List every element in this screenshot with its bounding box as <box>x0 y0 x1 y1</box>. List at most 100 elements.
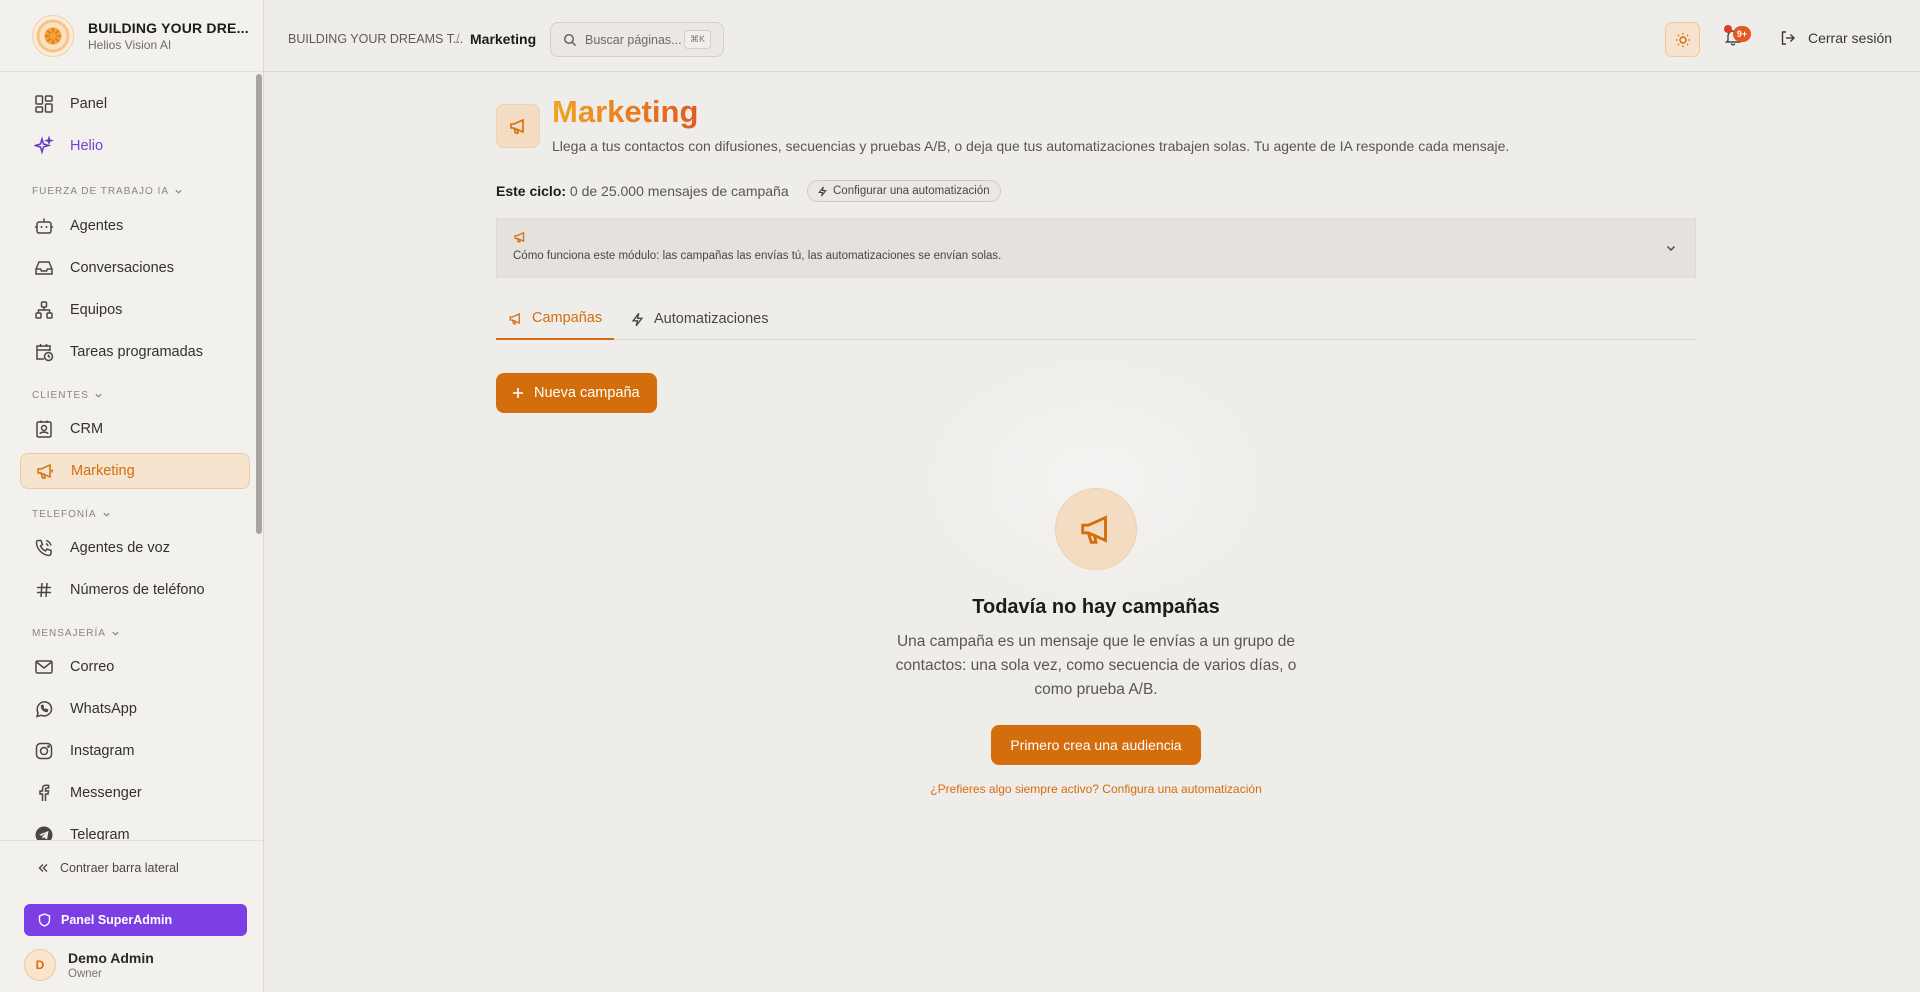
sidebar-item-instagram[interactable]: Instagram <box>20 733 250 769</box>
search-placeholder: Buscar páginas... <box>585 32 682 47</box>
sidebar-item-helio[interactable]: Helio <box>20 128 250 164</box>
megaphone-icon <box>496 104 540 148</box>
bolt-icon <box>818 186 827 196</box>
section-label: TELEFONÍA <box>32 509 97 520</box>
sidebar-item-correo[interactable]: Correo <box>20 649 250 685</box>
sidebar-item-numeros[interactable]: Números de teléfono <box>20 572 250 608</box>
breadcrumb-parent[interactable]: BUILDING YOUR DREAMS T... <box>288 32 463 46</box>
brand[interactable]: BUILDING YOUR DRE... Helios Vision AI <box>0 0 263 72</box>
empty-state-description: Una campaña es un mensaje que le envías … <box>895 633 1297 698</box>
tab-automations[interactable]: Automatizaciones <box>618 298 780 340</box>
chevron-down-icon <box>112 631 119 636</box>
sidebar-item-telegram[interactable]: Telegram <box>20 817 250 840</box>
chevron-down-icon <box>95 393 102 398</box>
sidebar-item-label: Correo <box>70 659 115 675</box>
configure-automation-button[interactable]: Configurar una automatización <box>807 180 1001 202</box>
brand-logo-icon <box>32 14 74 57</box>
inbox-icon <box>35 261 53 275</box>
chevron-down-icon <box>175 189 182 194</box>
section-telefonia[interactable]: TELEFONÍA <box>32 509 111 520</box>
sidebar-item-label: WhatsApp <box>70 701 137 717</box>
logout-button[interactable]: Cerrar sesión <box>1780 30 1892 46</box>
sidebar-item-equipos[interactable]: Equipos <box>20 292 250 328</box>
chevron-down-icon[interactable] <box>1665 242 1677 254</box>
mail-icon <box>35 660 53 674</box>
top-header: BUILDING YOUR DREAMS T... / Marketing Bu… <box>264 0 1920 72</box>
breadcrumb-current: Marketing <box>470 31 537 47</box>
sidebar-item-messenger[interactable]: Messenger <box>20 775 250 811</box>
configure-automation-label: Configurar una automatización <box>833 185 990 197</box>
user-profile[interactable]: D Demo Admin Owner <box>24 949 154 981</box>
info-panel[interactable]: Cómo funciona este módulo: las campañas … <box>496 218 1696 278</box>
sidebar-item-whatsapp[interactable]: WhatsApp <box>20 691 250 727</box>
chevron-down-icon <box>102 512 110 517</box>
chevrons-left-icon <box>38 864 48 872</box>
configure-automation-link[interactable]: ¿Prefieres algo siempre activo? Configur… <box>796 782 1396 796</box>
sidebar-item-voz[interactable]: Agentes de voz <box>20 530 250 566</box>
megaphone-icon <box>514 231 525 243</box>
megaphone-icon <box>37 463 53 479</box>
section-mensajeria[interactable]: MENSAJERÍA <box>32 628 120 639</box>
theme-toggle-button[interactable] <box>1665 22 1700 57</box>
sidebar-item-label: Marketing <box>71 463 135 479</box>
sidebar-item-label: Telegram <box>70 827 130 840</box>
hash-icon <box>37 582 51 598</box>
page-subtitle: Llega a tus contactos con difusiones, se… <box>552 138 1510 154</box>
section-fuerza-ia[interactable]: FUERZA DE TRABAJO IA <box>32 186 183 197</box>
megaphone-icon <box>1055 488 1137 570</box>
tab-campaigns[interactable]: Campañas <box>496 298 615 340</box>
section-clientes[interactable]: CLIENTES <box>32 390 103 401</box>
user-role: Owner <box>68 968 102 980</box>
cycle-label: Este ciclo: <box>496 183 567 199</box>
section-label: FUERZA DE TRABAJO IA <box>32 186 170 197</box>
new-campaign-label: Nueva campaña <box>534 385 640 401</box>
dashboard-icon <box>35 95 53 113</box>
search-icon <box>563 33 576 46</box>
sidebar-item-agentes[interactable]: Agentes <box>20 208 250 244</box>
section-label: CLIENTES <box>32 390 89 401</box>
info-text: Cómo funciona este módulo: las campañas … <box>513 250 1002 262</box>
sidebar: BUILDING YOUR DRE... Helios Vision AI Pa… <box>0 0 264 992</box>
logout-label: Cerrar sesión <box>1808 30 1893 46</box>
shield-icon <box>38 913 51 927</box>
new-campaign-button[interactable]: Nueva campaña <box>496 373 657 413</box>
create-audience-button[interactable]: Primero crea una audiencia <box>991 725 1201 765</box>
sidebar-item-label: Tareas programadas <box>70 344 203 360</box>
notification-badge: 9+ <box>1733 26 1751 42</box>
brand-name: BUILDING YOUR DRE... <box>88 19 249 36</box>
bolt-icon <box>631 312 644 326</box>
tab-label: Campañas <box>532 310 603 326</box>
sun-icon <box>1675 32 1690 47</box>
notification-dot <box>1724 25 1732 33</box>
collapse-sidebar-button[interactable]: Contraer barra lateral <box>36 861 179 875</box>
bot-icon <box>35 218 53 234</box>
sparkles-icon <box>34 136 54 155</box>
calendar-clock-icon <box>36 344 54 362</box>
sidebar-scrollbar[interactable] <box>256 74 262 534</box>
empty-state-title: Todavía no hay campañas <box>972 596 1220 618</box>
telegram-icon <box>35 826 53 840</box>
superadmin-panel-button[interactable]: Panel SuperAdmin <box>24 904 247 936</box>
sidebar-item-marketing[interactable]: Marketing <box>20 453 250 489</box>
sidebar-item-label: Agentes de voz <box>70 540 170 556</box>
sidebar-item-label: Helio <box>70 138 104 154</box>
sidebar-item-label: Conversaciones <box>70 260 174 276</box>
sidebar-item-panel[interactable]: Panel <box>20 86 250 122</box>
search-shortcut: ⌘K <box>683 30 711 49</box>
search-input[interactable]: Buscar páginas... ⌘K <box>550 22 724 57</box>
sidebar-item-tareas[interactable]: Tareas programadas <box>20 334 250 370</box>
section-label: MENSAJERÍA <box>32 628 106 639</box>
plus-icon <box>513 388 523 398</box>
phone-call-icon <box>35 539 52 557</box>
contact-card-icon <box>36 420 52 438</box>
empty-state-backdrop <box>915 350 1275 610</box>
superadmin-label: Panel SuperAdmin <box>61 913 173 927</box>
megaphone-icon <box>509 312 520 324</box>
sidebar-item-conversaciones[interactable]: Conversaciones <box>20 250 250 286</box>
facebook-icon <box>39 784 50 801</box>
sidebar-item-label: Panel <box>70 96 108 112</box>
sidebar-item-crm[interactable]: CRM <box>20 411 250 447</box>
brand-subtitle: Helios Vision AI <box>88 37 172 52</box>
sidebar-footer: Contraer barra lateral Panel SuperAdmin … <box>0 840 263 992</box>
breadcrumb-separator: / <box>456 31 460 46</box>
